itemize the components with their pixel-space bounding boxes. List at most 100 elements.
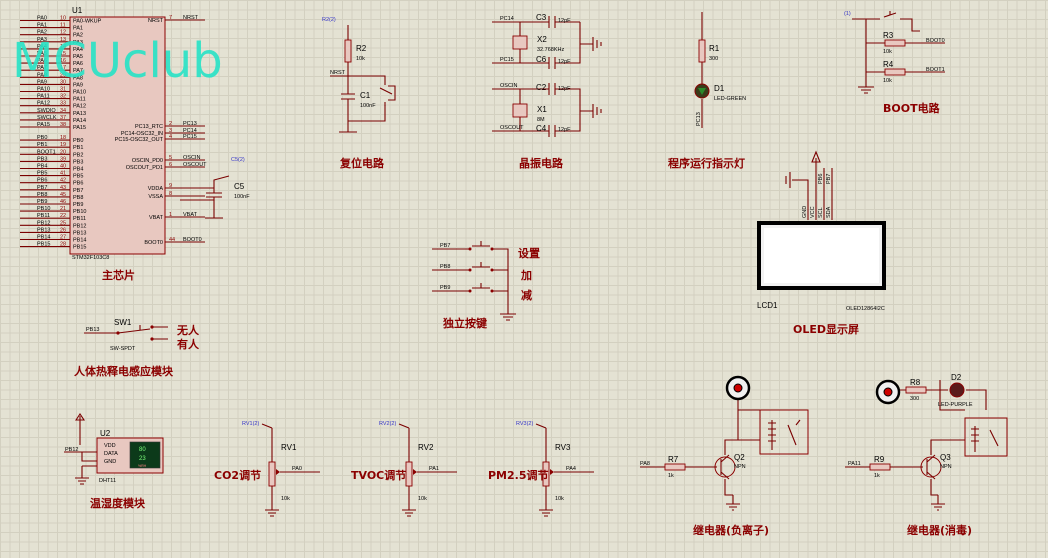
chip-left-pin-net: PB10 bbox=[37, 206, 50, 212]
chip-left-pin-name: PB7 bbox=[73, 188, 83, 194]
chip-left-pin-num: 43 bbox=[60, 185, 66, 191]
dht-display-hum: 80 bbox=[139, 447, 146, 453]
chip-left-pin-num: 37 bbox=[60, 115, 66, 121]
chip-section-title: 主芯片 bbox=[102, 268, 135, 282]
boot-r3-ref: R3 bbox=[883, 31, 894, 40]
chip-left-pin-name: PB3 bbox=[73, 159, 83, 165]
potentiometer-1[interactable]: RV1(2) RV1 10k PA0 CO2调节 bbox=[214, 421, 320, 517]
chip-left-pin-name: PA12 bbox=[73, 104, 86, 110]
chip-left-pin-net: PA15 bbox=[37, 122, 50, 128]
chip-right-pin-net: OSCOUT bbox=[183, 162, 207, 168]
oled-ref: LCD1 bbox=[757, 301, 778, 310]
pot-label: TVOC调节 bbox=[351, 468, 406, 482]
oled-display[interactable]: GND VCC SCL SDA PB6 PB7 LCD1 OLED12864I2… bbox=[757, 150, 886, 312]
reset-c-ref: C1 bbox=[360, 91, 371, 100]
relay1-section-title: 继电器(负离子) bbox=[693, 523, 769, 537]
crystal-net-pc14: PC14 bbox=[500, 16, 514, 22]
reset-tag: R2(2) bbox=[322, 17, 336, 23]
pot-wiper bbox=[550, 469, 554, 475]
chip-right-pin-name: NRST bbox=[148, 18, 164, 24]
reset-section-title: 复位电路 bbox=[339, 156, 385, 170]
reset-net: NRST bbox=[330, 70, 346, 76]
chip-left-pin-num: 39 bbox=[60, 156, 66, 162]
led-net: PC13 bbox=[696, 112, 702, 126]
chip-right-pin-num: 6 bbox=[169, 162, 172, 168]
boot-tag: (1) bbox=[844, 11, 851, 17]
chip-right-pin-name: OSCOUT_PD1 bbox=[126, 165, 163, 171]
crystal-net-pc15: PC15 bbox=[500, 57, 514, 63]
chip-right-pin-name: PC15-OSC32_OUT bbox=[115, 137, 164, 143]
crystal-circuit[interactable]: C3 12pF C6 12pF C2 12pF C4 12pF X2 32.76… bbox=[492, 13, 602, 137]
chip-right-pin-name: VDDA bbox=[148, 186, 164, 192]
chip-left-pin-name: PB12 bbox=[73, 223, 86, 229]
potentiometer-3[interactable]: RV3(2) RV3 10k PA4 PM2.5调节 bbox=[488, 421, 594, 517]
chip-left-pin-num: 21 bbox=[60, 206, 66, 212]
x2-value: 32.768KHz bbox=[537, 47, 564, 53]
boot-circuit[interactable]: (1) R3 10k R4 10k BOOT0 BOOT1 bbox=[844, 11, 945, 94]
pir-label-present: 有人 bbox=[177, 337, 200, 351]
pir-label-none: 无人 bbox=[176, 323, 200, 337]
relay1-net: PA8 bbox=[640, 461, 650, 467]
pot-tag: RV1(2) bbox=[242, 421, 259, 427]
keys-circuit[interactable]: PB7 PB8 PB9 设置 加 减 bbox=[432, 241, 540, 321]
potentiometer-2[interactable]: RV2(2) RV2 10k PA1 TVOC调节 bbox=[351, 421, 457, 517]
c4-value: 12pF bbox=[558, 127, 571, 133]
relay2-r-value: 1k bbox=[874, 473, 880, 479]
pir-section-title: 人体热释电感应模块 bbox=[74, 364, 174, 378]
pot-ref: RV2 bbox=[418, 443, 434, 452]
c2-ref: C2 bbox=[536, 83, 547, 92]
led-indicator[interactable]: R1 300 D1 LED-GREEN PC13 bbox=[694, 12, 746, 128]
c5-ground bbox=[205, 200, 223, 219]
dht-ref: U2 bbox=[100, 429, 111, 438]
relay-disinfect[interactable]: PA11 R9 1k Q3 NPN R8 300 D2 LED-PURPLE bbox=[845, 373, 1008, 511]
pir-module[interactable]: SW1 SW-SPDT PB13 无人 有人 bbox=[84, 318, 200, 352]
chip-left-pin-net: PB15 bbox=[37, 242, 50, 248]
x1-value: 8M bbox=[537, 117, 545, 123]
chip-left-pin-num: 33 bbox=[60, 101, 66, 107]
chip-right-pin-num: 8 bbox=[169, 191, 172, 197]
c6-value: 12pF bbox=[558, 59, 571, 65]
pot-ref: RV3 bbox=[555, 443, 571, 452]
relay-anion[interactable]: PA8 R7 1k Q2 NPN bbox=[640, 375, 809, 511]
chip-left-pin-name: PB13 bbox=[73, 230, 86, 236]
chip-right-pin-net: PC13 bbox=[183, 121, 197, 127]
pot-net: PA0 bbox=[292, 466, 302, 472]
led-d-part: LED-GREEN bbox=[714, 96, 746, 102]
chip-left-pin-num: 26 bbox=[60, 227, 66, 233]
oled-pin-gnd: GND bbox=[802, 206, 808, 218]
chip-right-pin-name: PC13_RTC bbox=[135, 124, 163, 130]
chip-left-pin-num: 46 bbox=[60, 199, 66, 205]
chip-right-pin-name: BOOT0 bbox=[144, 240, 163, 246]
relay2-net: PA11 bbox=[848, 461, 861, 467]
chip-left-pin-net: PA12 bbox=[37, 101, 50, 107]
pot-net: PA4 bbox=[566, 466, 576, 472]
relay1-q-ref: Q2 bbox=[734, 453, 745, 462]
chip-left-pin-net: PB4 bbox=[37, 164, 47, 170]
chip-left-pin-name: PB9 bbox=[73, 202, 83, 208]
schematic-canvas: U1 STM32F103C8 PA0 10 PA0-WKUP PA1 11 PA1 PA2 1… bbox=[0, 0, 1048, 558]
oled-net-sda: PB7 bbox=[826, 174, 832, 184]
boot-net-1: BOOT1 bbox=[926, 67, 945, 73]
chip-left-pin-name: PB6 bbox=[73, 181, 83, 187]
crystal-net-oscin: OSCIN bbox=[500, 83, 517, 89]
chip-left-pin-net: PB3 bbox=[37, 156, 47, 162]
pot-ref: RV1 bbox=[281, 443, 297, 452]
chip-left-pin-net: PB7 bbox=[37, 185, 47, 191]
dht-display-temp: 23 bbox=[139, 456, 146, 462]
reset-r-ref: R2 bbox=[356, 44, 367, 53]
dht-module[interactable]: 80 23 %RH U2 VDD DATA GND DHT11 PB12 bbox=[64, 413, 164, 485]
chip-left-pin-num: 41 bbox=[60, 171, 66, 177]
chip-left-pin-num: 45 bbox=[60, 192, 66, 198]
c3-ref: C3 bbox=[536, 13, 547, 22]
boot-r4-ref: R4 bbox=[883, 60, 894, 69]
pot-tag: RV2(2) bbox=[379, 421, 396, 427]
c2-value: 12pF bbox=[558, 86, 571, 92]
led-r-value: 300 bbox=[709, 56, 718, 62]
chip-left-pin-net: PB13 bbox=[37, 227, 50, 233]
chip-right-pin-num: 44 bbox=[169, 237, 175, 243]
chip-left-pin-name: PB11 bbox=[73, 216, 86, 222]
chip-left-pin-name: PA13 bbox=[73, 111, 86, 117]
keys-section-title: 独立按键 bbox=[442, 316, 488, 330]
dht-net: PB12 bbox=[65, 447, 78, 453]
reset-circuit[interactable]: R2(2) R2 10k C1 100nF NRST bbox=[322, 17, 396, 133]
